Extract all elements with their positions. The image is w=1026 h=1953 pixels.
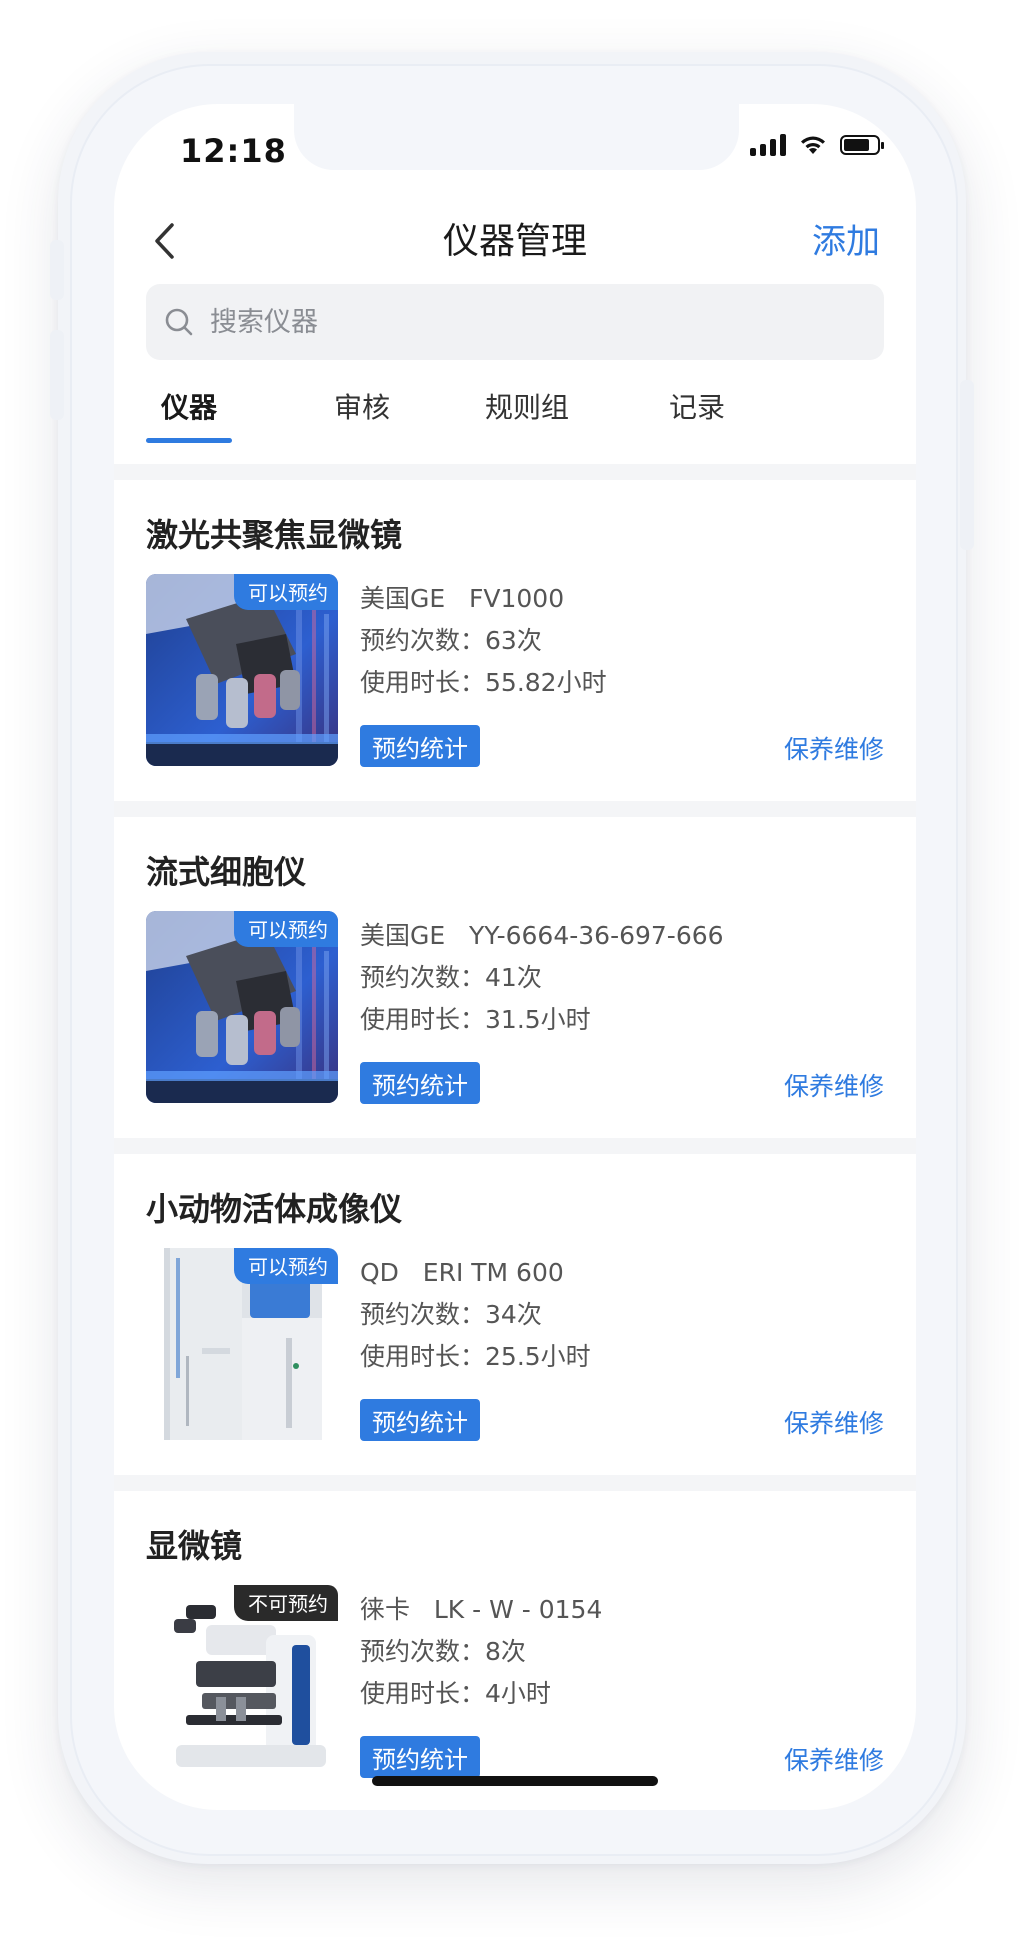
instrument-card[interactable]: 小动物活体成像仪 可以预约 QD ERI TM 600 预约次数：34次 使用时… (114, 1154, 916, 1475)
home-indicator (372, 1776, 658, 1786)
instrument-image: 可以预约 (146, 1248, 338, 1440)
header: 12:18 仪器管理 添加 仪 (114, 104, 916, 464)
maintenance-link[interactable]: 保养维修 (784, 1067, 884, 1103)
booking-stats-button[interactable]: 预约统计 (360, 1736, 480, 1778)
booking-stats-button[interactable]: 预约统计 (360, 725, 480, 767)
instrument-name: 小动物活体成像仪 (146, 1190, 403, 1228)
signal-icon (750, 134, 786, 156)
phone-side-button-left-2 (50, 330, 64, 420)
search-input[interactable] (208, 305, 832, 339)
instrument-info: 美国GE FV1000 预约次数：63次 使用时长：55.82小时 (360, 578, 607, 704)
wifi-icon (801, 136, 825, 154)
instrument-info: 美国GE YY-6664-36-697-666 预约次数：41次 使用时长：31… (360, 915, 724, 1041)
tab-review[interactable]: 审核 (319, 386, 405, 426)
page-title: 仪器管理 (442, 221, 587, 262)
tab-records[interactable]: 记录 (654, 386, 740, 426)
tab-active-indicator (146, 438, 232, 443)
maintenance-link[interactable]: 保养维修 (784, 1404, 884, 1440)
instrument-card[interactable]: 激光共聚焦显微镜 可以预约 美国GE FV1000 预约次数：63次 使用时长：… (114, 480, 916, 801)
usage-duration: 使用时长：31.5小时 (360, 1005, 591, 1034)
instrument-info: QD ERI TM 600 预约次数：34次 使用时长：25.5小时 (360, 1252, 591, 1378)
app-screen: 12:18 仪器管理 添加 仪 (114, 104, 916, 1810)
phone-notch (294, 104, 739, 170)
instrument-model: 徕卡 LK - W - 0154 (360, 1595, 603, 1624)
availability-badge: 可以预约 (234, 574, 338, 610)
booking-stats-button[interactable]: 预约统计 (360, 1399, 480, 1441)
booking-count: 预约次数：8次 (360, 1637, 526, 1666)
instrument-name: 显微镜 (146, 1527, 243, 1565)
maintenance-link[interactable]: 保养维修 (784, 1741, 884, 1777)
booking-stats-button[interactable]: 预约统计 (360, 1062, 480, 1104)
tab-rule-groups[interactable]: 规则组 (472, 386, 582, 426)
booking-count: 预约次数：34次 (360, 1300, 542, 1329)
phone-side-button-right (960, 380, 974, 550)
instrument-list: 激光共聚焦显微镜 可以预约 美国GE FV1000 预约次数：63次 使用时长：… (114, 480, 916, 1810)
availability-badge: 不可预约 (234, 1585, 338, 1621)
maintenance-link[interactable]: 保养维修 (784, 730, 884, 766)
instrument-info: 徕卡 LK - W - 0154 预约次数：8次 使用时长：4小时 (360, 1589, 602, 1715)
instrument-model: QD ERI TM 600 (360, 1258, 564, 1287)
search-icon (165, 308, 193, 336)
add-button[interactable]: 添加 (812, 214, 880, 263)
phone-side-button-left (50, 240, 64, 300)
battery-icon (840, 135, 884, 155)
availability-badge: 可以预约 (234, 911, 338, 947)
usage-duration: 使用时长：25.5小时 (360, 1342, 591, 1371)
status-icons (750, 134, 884, 156)
tab-bar: 仪器 审核 规则组 记录 (114, 386, 916, 446)
booking-count: 预约次数：63次 (360, 626, 542, 655)
availability-badge: 可以预约 (234, 1248, 338, 1284)
search-bar[interactable] (146, 284, 884, 360)
usage-duration: 使用时长：4小时 (360, 1679, 551, 1708)
instrument-card[interactable]: 流式细胞仪 可以预约 美国GE YY-6664-36-697-666 预约次数：… (114, 817, 916, 1138)
instrument-image: 可以预约 (146, 911, 338, 1103)
usage-duration: 使用时长：55.82小时 (360, 668, 607, 697)
instrument-name: 流式细胞仪 (146, 853, 307, 891)
status-time: 12:18 (180, 132, 287, 170)
instrument-model: 美国GE FV1000 (360, 584, 565, 613)
tab-instruments[interactable]: 仪器 (146, 386, 232, 426)
instrument-model: 美国GE YY-6664-36-697-666 (360, 921, 724, 950)
instrument-image: 不可预约 (146, 1585, 338, 1777)
booking-count: 预约次数：41次 (360, 963, 542, 992)
instrument-name: 激光共聚焦显微镜 (146, 516, 403, 554)
instrument-card[interactable]: 显微镜 不可预约 徕卡 LK - W - 0154 预约次数：8次 使用时长：4… (114, 1491, 916, 1810)
instrument-image: 可以预约 (146, 574, 338, 766)
